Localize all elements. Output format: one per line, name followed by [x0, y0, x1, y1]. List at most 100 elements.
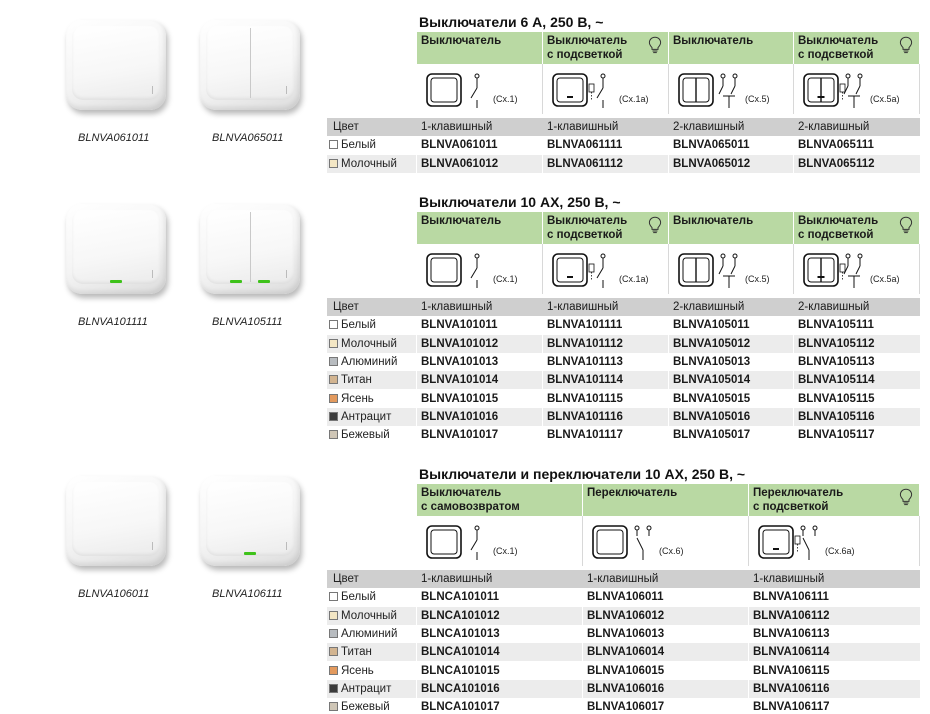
product-code: BLNVA105012	[673, 337, 751, 350]
photo-label: BLNVA065011	[212, 132, 284, 144]
section-title: Выключатели и переключатели 10 АХ, 250 В…	[419, 466, 746, 482]
column-divider	[542, 389, 543, 408]
color-cell: Белый	[327, 316, 417, 334]
column-divider	[668, 371, 669, 390]
product-code: BLNVA106112	[753, 609, 830, 622]
column-divider	[582, 588, 583, 607]
column-divider	[748, 643, 749, 662]
column-divider	[668, 316, 669, 335]
column-divider	[542, 407, 543, 427]
column-divider	[748, 588, 749, 607]
product-code: BLNCA101011	[421, 591, 499, 604]
product-section: BLNVA106011 BLNVA106111 Выключатели и пере…	[0, 462, 930, 714]
color-cell: Алюминий	[327, 353, 417, 371]
column-divider	[582, 606, 583, 625]
scheme-number: (Сх.1)	[493, 546, 518, 556]
column-header: Выключатель с подсветкой	[794, 212, 920, 244]
column-header-label: Выключатель	[673, 215, 754, 227]
product-code: BLNVA106012	[587, 609, 665, 622]
scheme-number: (Сх.6а)	[825, 546, 855, 556]
scheme-number: (Сх.5а)	[870, 274, 900, 284]
table-row: Антрацит BLNCA101016 BLNVA106016 BLNVA10611…	[327, 679, 920, 699]
wiring-diagram: (Сх.5)	[669, 64, 794, 114]
column-divider	[668, 389, 669, 408]
switch-photo	[66, 476, 166, 566]
column-divider	[748, 624, 749, 644]
table-header-row: Цвет 1-клавишный 1-клавишный 2-клавишный 2-к…	[327, 118, 920, 137]
scheme-number: (Сх.1)	[493, 94, 518, 104]
product-code: BLNCA101015	[421, 664, 500, 677]
column-header: Выключатель	[417, 212, 543, 244]
scheme-number: (Сх.1а)	[619, 94, 649, 104]
product-code: BLNVA105113	[798, 355, 875, 368]
column-divider	[748, 698, 749, 714]
column-divider	[542, 426, 543, 445]
table-header-row: Цвет 1-клавишный 1-клавишный 1-клавишный	[327, 570, 920, 589]
section-title: Выключатели 10 АХ, 250 В, ~	[419, 194, 621, 210]
color-cell: Алюминий	[327, 625, 417, 643]
product-code: BLNVA061011	[421, 139, 498, 152]
column-header-label: Выключатель	[421, 215, 502, 227]
column-divider	[793, 426, 794, 445]
product-code: BLNVA105014	[673, 374, 751, 387]
color-name: Алюминий	[341, 355, 398, 368]
product-code: BLNVA101016	[421, 410, 499, 423]
column-divider	[748, 661, 749, 680]
column-header: Переключатель	[583, 484, 749, 516]
table-row: Алюминий BLNCA101013 BLNVA106013 BLNVA10611…	[327, 624, 920, 644]
color-column-header: Цвет	[333, 573, 359, 585]
key-count-cell: 1-клавишный	[547, 121, 619, 133]
color-cell: Титан	[327, 371, 417, 389]
product-code: BLNVA101116	[547, 410, 623, 423]
column-divider	[416, 606, 417, 625]
color-cell: Титан	[327, 643, 417, 661]
switch-photo	[200, 20, 300, 110]
product-code: BLNVA101017	[421, 429, 499, 442]
product-code: BLNVA106115	[753, 664, 830, 677]
scheme-number: (Сх.6)	[659, 546, 684, 556]
color-name: Белый	[341, 319, 376, 332]
product-code: BLNVA105013	[673, 355, 751, 368]
column-divider	[542, 154, 543, 173]
product-code: BLNVA061112	[547, 157, 623, 170]
color-name: Ясень	[341, 392, 374, 405]
product-code: BLNVA105015	[673, 392, 751, 405]
color-cell: Молочный	[327, 607, 417, 625]
wiring-scheme-icon	[425, 250, 491, 295]
wiring-scheme-icon	[551, 70, 617, 115]
column-header-label: Выключатель с подсветкой	[798, 35, 879, 61]
column-header: Выключатель с подсветкой	[794, 32, 920, 64]
column-divider	[416, 389, 417, 408]
color-name: Молочный	[341, 609, 397, 622]
table-row: Антрацит BLNVA101016 BLNVA101116 BLNVA10501…	[327, 407, 920, 427]
product-code: BLNVA106114	[753, 646, 830, 659]
product-code: BLNVA106017	[587, 701, 665, 714]
wiring-diagram: (Сх.5а)	[794, 244, 920, 294]
key-count-cell: 1-клавишный	[421, 121, 493, 133]
section-title: Выключатели 6 А, 250 В, ~	[419, 14, 604, 30]
wiring-scheme-icon	[425, 70, 491, 115]
column-divider	[793, 334, 794, 353]
wiring-diagram: (Сх.6)	[583, 516, 749, 566]
color-swatch	[329, 158, 338, 168]
column-header-label: Выключатель	[673, 35, 754, 47]
color-column-header: Цвет	[333, 301, 359, 313]
color-cell: Ясень	[327, 662, 417, 680]
color-cell: Бежевый	[327, 426, 417, 444]
column-header: Выключатель	[417, 32, 543, 64]
light-bulb-icon	[899, 36, 913, 59]
color-swatch	[329, 320, 338, 330]
key-count-cell: 1-клавишный	[753, 573, 825, 585]
product-code: BLNVA065112	[798, 157, 875, 170]
product-code: BLNVA105116	[798, 410, 875, 423]
color-cell: Антрацит	[327, 408, 417, 426]
product-code: BLNVA106113	[753, 627, 830, 640]
photo-label: BLNVA106011	[78, 588, 150, 600]
column-divider	[416, 334, 417, 353]
column-header-label: Выключатель с подсветкой	[547, 215, 628, 241]
product-code: BLNVA106015	[587, 664, 665, 677]
color-name: Белый	[341, 591, 376, 604]
column-header-label: Выключатель с подсветкой	[798, 215, 879, 241]
product-code: BLNVA101111	[547, 319, 623, 332]
column-header-label: Выключатель с подсветкой	[547, 35, 628, 61]
